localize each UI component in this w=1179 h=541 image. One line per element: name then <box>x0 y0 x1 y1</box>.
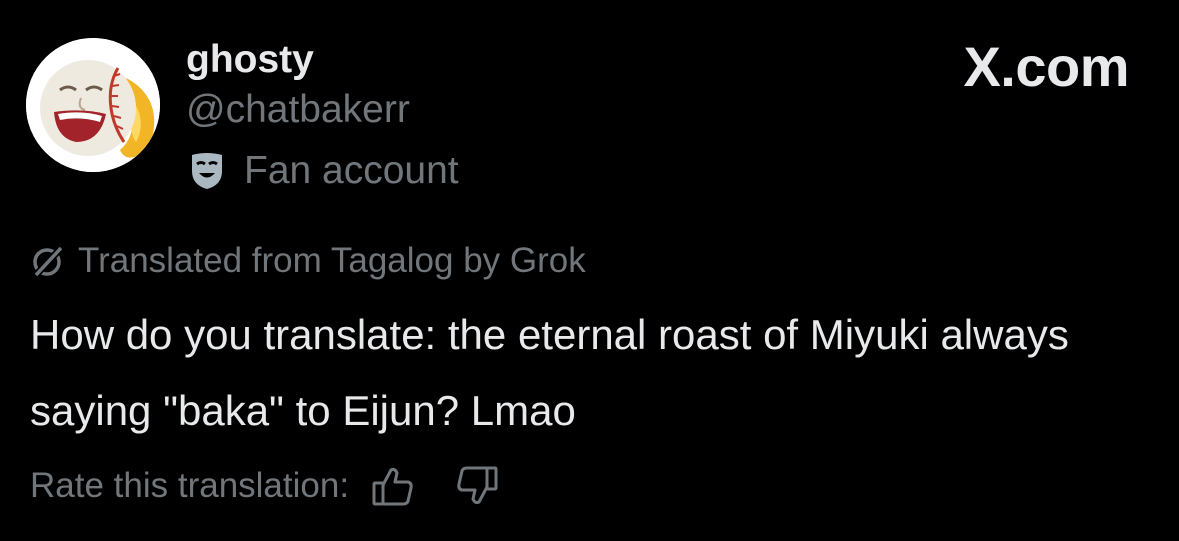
avatar[interactable] <box>26 38 160 172</box>
user-handle[interactable]: @chatbakerr <box>186 86 410 134</box>
display-name[interactable]: ghosty <box>186 36 314 84</box>
account-label: Fan account <box>190 146 459 196</box>
account-label-text: Fan account <box>244 149 459 192</box>
thumbs-down-icon[interactable] <box>455 464 499 508</box>
baseball-face-avatar <box>26 38 160 172</box>
translation-notice: Translated from Tagalog by Grok <box>30 238 586 284</box>
rate-translation: Rate this translation: <box>30 462 499 510</box>
thumbs-up-icon[interactable] <box>371 464 415 508</box>
brand-watermark: X.com <box>963 35 1129 98</box>
post-text: How do you translate: the eternal roast … <box>30 311 1069 434</box>
grok-icon <box>32 244 65 279</box>
translation-label: Translated from Tagalog by Grok <box>78 241 586 280</box>
rate-prompt: Rate this translation: <box>30 466 350 505</box>
theater-mask-icon <box>192 153 222 189</box>
